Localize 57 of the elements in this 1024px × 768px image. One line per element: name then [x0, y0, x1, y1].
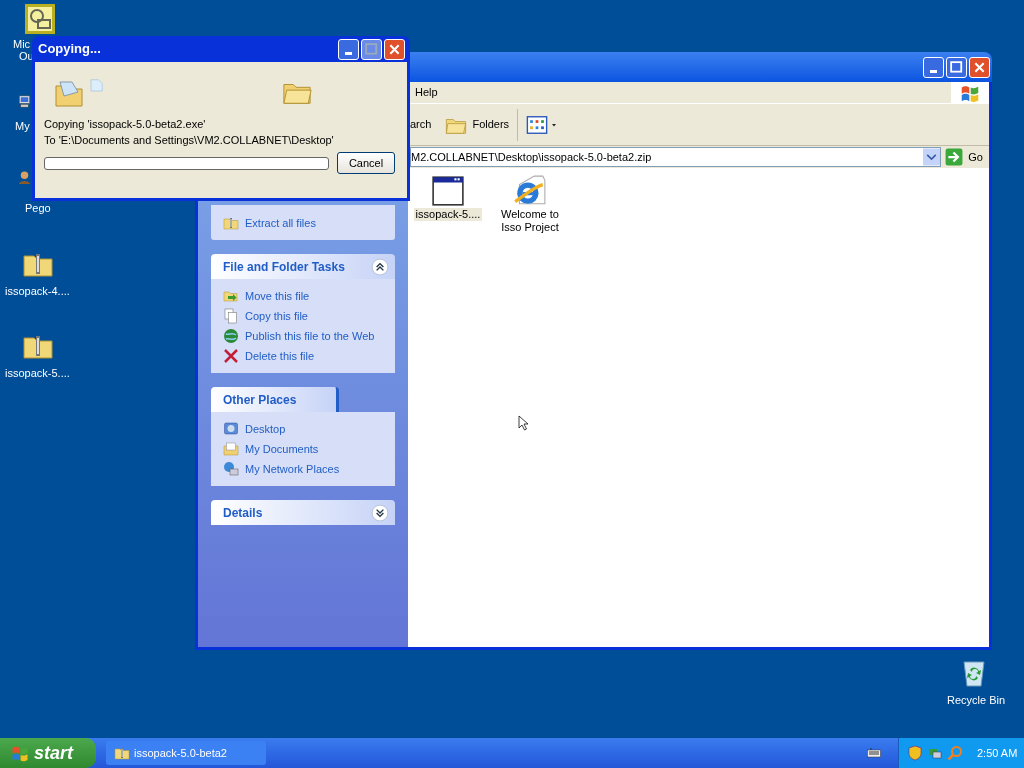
- task-link[interactable]: My Documents: [245, 440, 319, 458]
- go-button[interactable]: Go: [941, 147, 987, 167]
- icon-label: My: [15, 120, 30, 133]
- dialog-title: Copying...: [38, 40, 101, 59]
- task-link[interactable]: Move this file: [245, 287, 310, 305]
- icon-label: Pego: [25, 202, 51, 215]
- maximize-button[interactable]: [946, 56, 967, 78]
- search-button[interactable]: arch: [410, 116, 432, 133]
- task-link[interactable]: Extract all files: [245, 214, 316, 232]
- address-field[interactable]: M2.COLLABNET\Desktop\issopack-5.0-beta2.zip: [410, 147, 942, 167]
- address-text: M2.COLLABNET\Desktop\issopack-5.0-beta2.zip: [411, 149, 653, 165]
- close-button[interactable]: [384, 38, 405, 60]
- panel-header[interactable]: File and Folder Tasks: [211, 254, 395, 279]
- clock: 2:50 AM: [977, 745, 1018, 761]
- menu-item[interactable]: Help: [413, 84, 440, 101]
- shield-icon: [907, 745, 923, 761]
- folders-button[interactable]: Folders: [443, 108, 519, 141]
- copy-icon: [223, 308, 239, 324]
- task-link[interactable]: Desktop: [245, 420, 286, 438]
- icon-label: Mic: [13, 38, 31, 51]
- documents-folder-icon: [223, 441, 239, 457]
- zip-folder-icon: [223, 215, 239, 231]
- task-link[interactable]: My Network Places: [245, 460, 340, 478]
- cancel-button[interactable]: Cancel: [337, 152, 395, 174]
- icon-label: Recycle Bin: [947, 694, 1006, 707]
- minimize-icon: [930, 69, 937, 73]
- keyboard-icon: [866, 745, 882, 761]
- zip-folder-icon: [114, 745, 130, 761]
- network-icon: [223, 461, 239, 477]
- start-button[interactable]: start: [0, 738, 96, 768]
- person-icon: [17, 170, 32, 185]
- copy-status-text: Copying 'issopack-5.0-beta2.exe': [44, 117, 207, 132]
- taskbar-button[interactable]: issopack-5.0-beta2: [106, 741, 266, 765]
- icon-label: issopack-4....: [5, 285, 70, 298]
- panel-header[interactable]: Other Places: [211, 387, 339, 412]
- task-link[interactable]: Delete this file: [245, 347, 315, 365]
- task-link[interactable]: Copy this file: [245, 307, 308, 325]
- close-button[interactable]: [969, 56, 990, 78]
- search-icon: [947, 745, 963, 761]
- copy-status-text: To 'E:\Documents and Settings\VM2.COLLABNET\Desktop': [44, 133, 335, 148]
- icon-label: issopack-5....: [5, 367, 70, 380]
- minimize-button[interactable]: [923, 56, 944, 78]
- window-icon: [431, 174, 465, 208]
- views-icon: [526, 113, 549, 136]
- file-item[interactable]: Welcome to Isso Project: [494, 174, 566, 234]
- folder-arrow-icon: [223, 288, 239, 304]
- calendar-icon: [24, 3, 56, 35]
- desktop-icon: [223, 421, 239, 437]
- globe-icon: [223, 328, 239, 344]
- task-link[interactable]: Publish this file to the Web: [245, 327, 375, 345]
- delete-icon: [223, 348, 239, 364]
- maximize-button[interactable]: [361, 38, 382, 60]
- minimize-button[interactable]: [338, 38, 359, 60]
- computer-icon: [17, 94, 32, 109]
- file-item[interactable]: issopack-5....: [412, 174, 484, 221]
- panel-header[interactable]: Details: [211, 500, 395, 525]
- minimize-icon: [345, 51, 352, 55]
